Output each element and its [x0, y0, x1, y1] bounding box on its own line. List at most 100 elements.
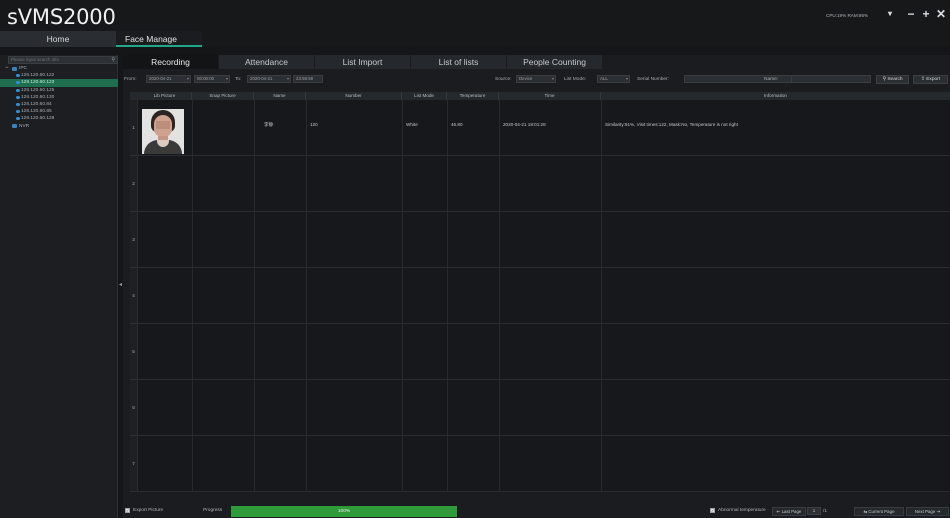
export-picture-label: Export Picture [133, 508, 164, 513]
table-row[interactable]: 2 [130, 156, 950, 212]
column-divider [447, 100, 448, 492]
from-time-input[interactable]: 00:00:00 ▾ [194, 75, 230, 83]
camera-icon [16, 102, 20, 106]
menu-dropdown-icon[interactable]: ▾ [884, 6, 896, 22]
camera-icon [16, 88, 20, 92]
arrow-right-icon: ⇥ [935, 509, 941, 514]
name-label: Name: [764, 76, 779, 82]
from-time-value: 00:00:00 [197, 76, 215, 81]
close-icon[interactable]: ✕ [935, 6, 947, 22]
row-index: 3 [130, 212, 138, 267]
tab-home[interactable]: Home [0, 31, 116, 47]
source-value: Device [519, 76, 533, 81]
main-content: Recording Attendance List Import List of… [123, 55, 950, 518]
device-tree: − IPC 128.120.60.122 128.120.60.123 128.120.… [0, 65, 118, 130]
column-divider [601, 100, 602, 492]
search-button[interactable]: ⚲ Search [876, 75, 909, 84]
page-number-input[interactable]: 1 [807, 507, 821, 515]
tree-item-camera[interactable]: 128.120.60.128 [0, 115, 118, 122]
table-row[interactable]: 7 [130, 436, 950, 492]
table-row[interactable]: 3 [130, 212, 950, 268]
abnormal-temperature-checkbox[interactable]: ✓ [710, 508, 715, 513]
column-divider [499, 100, 500, 492]
tab-people-counting[interactable]: People Counting [507, 55, 602, 69]
export-button[interactable]: ⇪ Export [913, 75, 948, 84]
row-index: 1 [130, 100, 138, 155]
camera-icon [16, 117, 20, 121]
camera-icon [16, 95, 20, 99]
to-time-input[interactable]: 23:59:59 [293, 75, 323, 83]
tab-list-of-lists[interactable]: List of lists [411, 55, 506, 69]
header-name[interactable]: Name [254, 92, 306, 100]
export-picture-checkbox[interactable]: ✓ [125, 508, 130, 513]
serial-number-input[interactable] [684, 75, 801, 83]
export-button-label: Export [926, 77, 941, 82]
from-date-input[interactable]: 2020-04-21 ▾ [146, 75, 191, 83]
last-page-button[interactable]: ⇤ Last Page [772, 507, 806, 516]
to-date-input[interactable]: 2020-04-21 ▾ [247, 75, 291, 83]
table-row[interactable]: 1 李静 120 White 46.80 2020-04-21 18:01:28 Simil… [130, 100, 950, 156]
row-index: 5 [130, 324, 138, 379]
current-page-button[interactable]: ⇆ Current Page [854, 507, 904, 516]
records-table: Lib Picture Snap Picture Name Number Lis… [130, 92, 950, 492]
header-temperature[interactable]: Temperature [447, 92, 499, 100]
camera-icon [16, 81, 20, 85]
source-select[interactable]: Device ▾ [516, 75, 556, 83]
list-mode-label: List Mode: [564, 76, 587, 82]
tree-item-camera[interactable]: 128.120.60.123 [0, 79, 118, 87]
device-search-input[interactable]: Please input search info ⚲ [8, 56, 118, 64]
tree-item-label: 128.120.60.122 [21, 73, 55, 79]
name-input[interactable] [791, 75, 871, 83]
to-label: To: [235, 76, 242, 82]
column-divider [254, 100, 255, 492]
tab-list-import[interactable]: List Import [315, 55, 410, 69]
device-group-icon [12, 124, 17, 128]
tab-face-manage[interactable]: Face Manage [116, 31, 202, 47]
row-index: 7 [130, 436, 138, 491]
chevron-down-icon[interactable]: ▾ [552, 76, 554, 82]
tree-item-camera[interactable]: 128.120.60.85 [0, 108, 118, 115]
header-information[interactable]: Information [601, 92, 950, 100]
calendar-dropdown-icon[interactable]: ▾ [287, 76, 289, 82]
sub-tabs: Recording Attendance List Import List of… [123, 55, 603, 69]
search-icon[interactable]: ⚲ [111, 57, 115, 63]
column-divider [192, 100, 193, 492]
table-row[interactable]: 5 [130, 324, 950, 380]
table-row[interactable]: 6 [130, 380, 950, 436]
calendar-dropdown-icon[interactable]: ▾ [187, 76, 189, 82]
tab-attendance[interactable]: Attendance [219, 55, 314, 69]
app-title: sVMS2000 [7, 5, 116, 29]
column-divider [402, 100, 403, 492]
chevron-down-icon[interactable]: ▾ [626, 76, 628, 82]
tree-item-camera[interactable]: 128.120.60.84 [0, 101, 118, 108]
tree-item-camera[interactable]: 128.120.60.122 [0, 72, 118, 79]
collapse-toggle-icon[interactable]: − [5, 65, 9, 72]
next-page-button[interactable]: Next Page ⇥ [906, 507, 949, 516]
row-index: 4 [130, 268, 138, 323]
minimize-icon[interactable]: − [905, 6, 917, 22]
header-snap-picture[interactable]: Snap Picture [192, 92, 254, 100]
tab-recording[interactable]: Recording [123, 55, 218, 69]
header-lib-picture[interactable]: Lib Picture [138, 92, 192, 100]
time-spinner-icon[interactable]: ▾ [226, 76, 228, 82]
column-divider [306, 100, 307, 492]
tree-group-ipc[interactable]: − IPC [0, 65, 118, 72]
cell-temperature: 46.80 [451, 122, 463, 127]
tree-group-nvr[interactable]: NVR [0, 123, 118, 130]
list-mode-select[interactable]: ALL ▾ [597, 75, 630, 83]
tree-item-label: 128.120.60.84 [21, 101, 52, 107]
header-time[interactable]: Time [499, 92, 601, 100]
lib-picture-thumbnail[interactable] [142, 109, 184, 154]
next-page-label: Next Page [914, 509, 936, 514]
table-row[interactable]: 4 [130, 268, 950, 324]
device-panel: Please input search info ⚲ − IPC 128.120.6… [0, 55, 118, 518]
last-page-label: Last Page [781, 509, 802, 514]
tree-item-camera[interactable]: 128.120.60.130 [0, 94, 118, 101]
header-list-mode[interactable]: List Mode [402, 92, 447, 100]
search-button-label: Search [887, 77, 903, 82]
maximize-icon[interactable]: + [920, 6, 932, 22]
tree-item-camera[interactable]: 128.120.60.125 [0, 87, 118, 94]
header-number[interactable]: Number [306, 92, 402, 100]
page-total: /1 [823, 509, 828, 514]
tree-item-label: IPC [19, 66, 27, 71]
